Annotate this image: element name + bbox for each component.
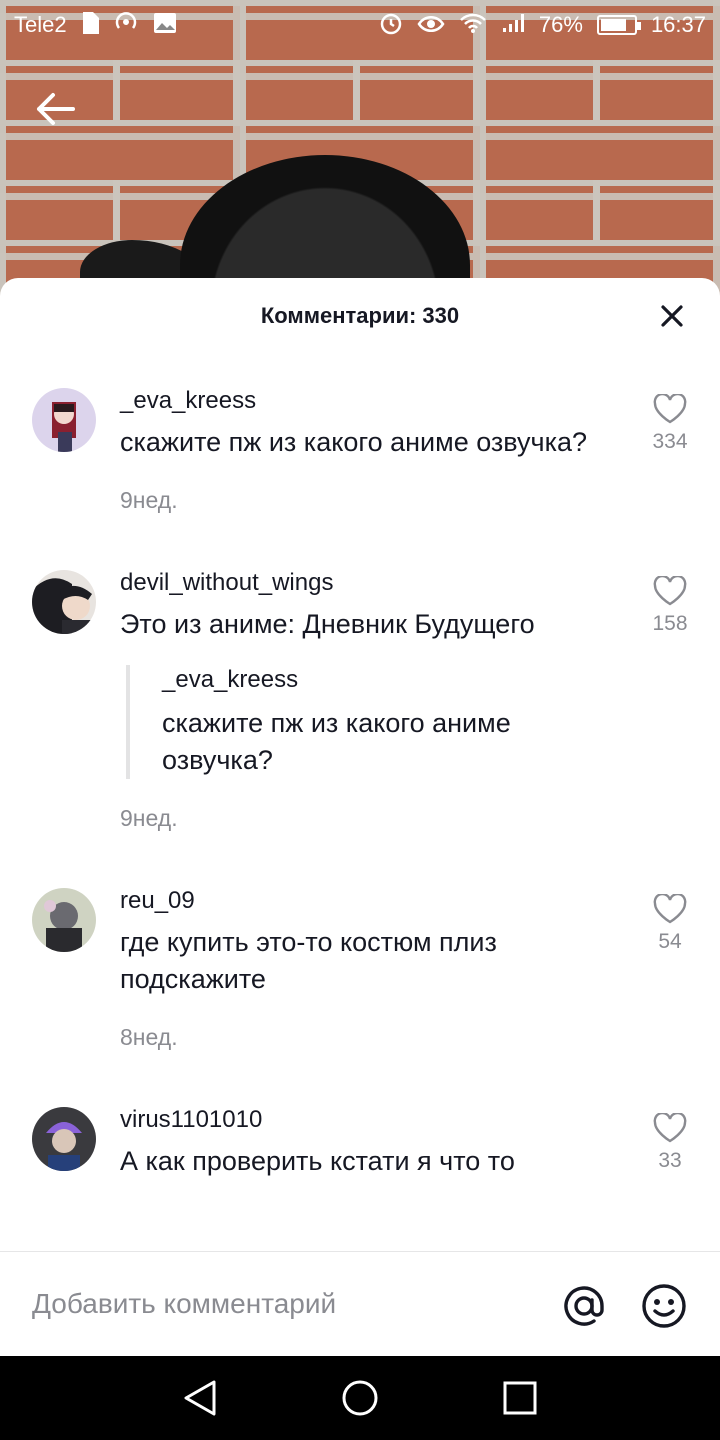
back-button[interactable] bbox=[30, 86, 80, 132]
image-icon bbox=[153, 12, 177, 38]
comment-text: где купить это-то костюм плиз подскажите bbox=[120, 927, 497, 994]
avatar[interactable] bbox=[32, 388, 96, 452]
close-icon bbox=[661, 305, 683, 327]
comment-username[interactable]: reu_09 bbox=[120, 886, 610, 916]
like-button[interactable]: 158 bbox=[648, 576, 692, 636]
battery-percent: 76% bbox=[538, 12, 583, 37]
like-count: 54 bbox=[658, 930, 682, 953]
heart-icon bbox=[653, 1113, 687, 1143]
triangle-back-icon bbox=[184, 1380, 216, 1416]
heart-icon bbox=[653, 394, 687, 424]
like-count: 158 bbox=[652, 612, 688, 635]
wifi-icon bbox=[459, 12, 487, 38]
comment-username[interactable]: virus1101010 bbox=[120, 1105, 610, 1135]
comment-time: 9нед. bbox=[120, 487, 178, 513]
brick-row bbox=[0, 60, 720, 120]
square-recents-icon bbox=[503, 1381, 537, 1415]
arrow-left-icon bbox=[37, 93, 75, 125]
status-bar: Tele2 76% 16:37 bbox=[0, 0, 720, 50]
comment-text: скажите пж из какого аниме озвучка? bbox=[120, 427, 588, 457]
comment-time: 9нед. bbox=[120, 805, 178, 831]
eye-comfort-icon bbox=[417, 12, 445, 38]
clock: 16:37 bbox=[650, 12, 706, 37]
avatar[interactable] bbox=[32, 570, 96, 634]
comment-username[interactable]: _eva_kreess bbox=[120, 386, 610, 416]
like-button[interactable]: 54 bbox=[648, 894, 692, 954]
nav-home-button[interactable] bbox=[330, 1368, 390, 1428]
sim-card-icon bbox=[81, 12, 99, 38]
signal-icon bbox=[501, 12, 525, 38]
sheet-header: Комментарии: 330 bbox=[0, 278, 720, 354]
system-nav-bar bbox=[0, 1356, 720, 1440]
like-button[interactable]: 33 bbox=[648, 1113, 692, 1173]
close-button[interactable] bbox=[658, 302, 686, 330]
comment-item: reu_09 где купить это-то костюм плиз под… bbox=[0, 886, 720, 1051]
comment-text: А как проверить кстати я что то bbox=[120, 1146, 515, 1176]
at-sign-icon bbox=[564, 1286, 604, 1326]
avatar[interactable] bbox=[32, 1107, 96, 1171]
comment-input[interactable] bbox=[32, 1288, 532, 1320]
comment-item: virus1101010 А как проверить кстати я чт… bbox=[0, 1105, 720, 1180]
heart-icon bbox=[653, 894, 687, 924]
like-button[interactable]: 334 bbox=[648, 394, 692, 454]
comments-count-title: Комментарии: 330 bbox=[260, 303, 460, 328]
battery-icon bbox=[596, 15, 641, 35]
quoted-text: скажите пж из какого аниме озвучка? bbox=[162, 708, 511, 775]
alarm-icon bbox=[379, 11, 403, 39]
quoted-username[interactable]: _eva_kreess bbox=[162, 665, 610, 695]
comment-username[interactable]: devil_without_wings bbox=[120, 568, 610, 598]
mention-button[interactable] bbox=[560, 1282, 608, 1330]
heart-icon bbox=[653, 576, 687, 606]
comment-list[interactable]: _eva_kreess скажите пж из какого аниме о… bbox=[0, 354, 720, 1251]
emoji-button[interactable] bbox=[640, 1282, 688, 1330]
comment-item: devil_without_wings Это из аниме: Дневни… bbox=[0, 568, 720, 832]
avatar[interactable] bbox=[32, 888, 96, 952]
smiley-icon bbox=[642, 1284, 686, 1328]
carrier-name: Tele2 bbox=[14, 12, 67, 37]
comment-text: Это из аниме: Дневник Будущего bbox=[120, 609, 535, 639]
comments-sheet: Комментарии: 330 _eva_kreess скажите пж … bbox=[0, 278, 720, 1356]
like-count: 334 bbox=[652, 430, 688, 453]
nav-recents-button[interactable] bbox=[490, 1368, 550, 1428]
comment-time: 8нед. bbox=[120, 1024, 178, 1050]
reply-quote: _eva_kreess скажите пж из какого аниме о… bbox=[126, 665, 610, 779]
comment-item: _eva_kreess скажите пж из какого аниме о… bbox=[0, 386, 720, 514]
comment-input-bar bbox=[0, 1251, 720, 1356]
like-count: 33 bbox=[658, 1149, 682, 1172]
nav-back-button[interactable] bbox=[170, 1368, 230, 1428]
hotspot-icon bbox=[113, 12, 139, 38]
circle-home-icon bbox=[342, 1380, 378, 1416]
